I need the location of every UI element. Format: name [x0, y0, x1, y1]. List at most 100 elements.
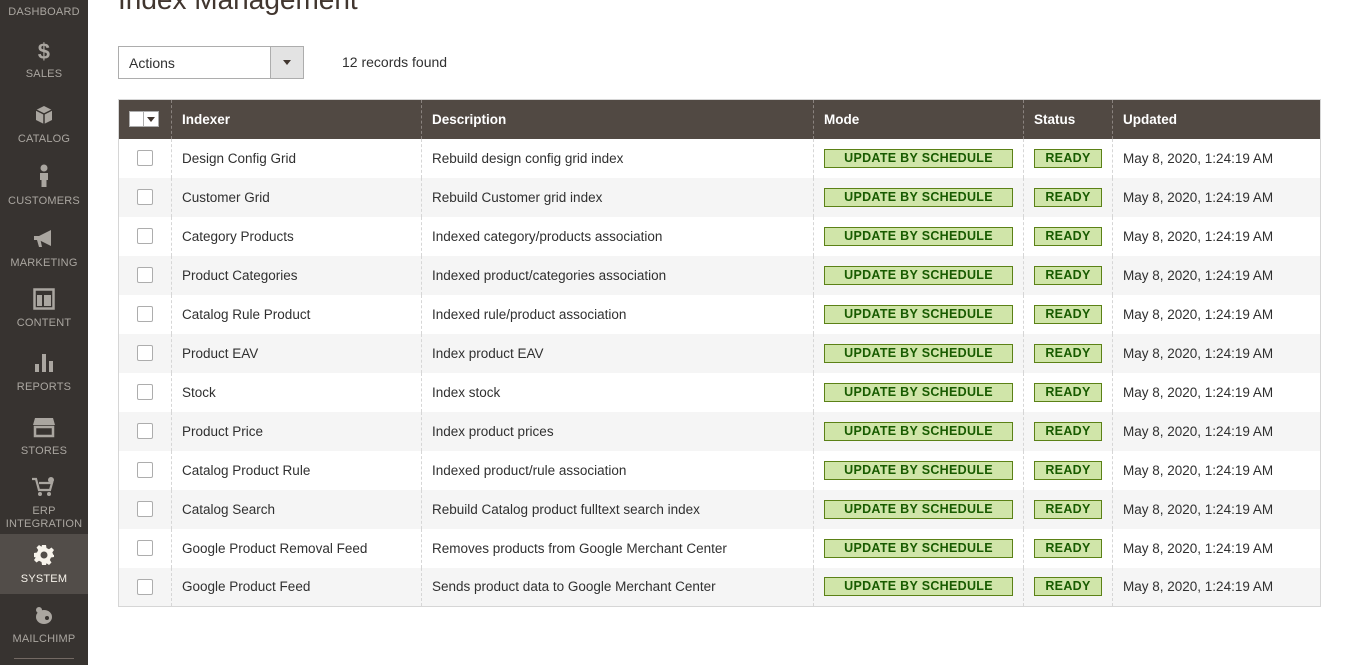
indexer-cell: Design Config Grid [171, 138, 422, 178]
nav-stores[interactable]: STORES [0, 416, 88, 472]
description-cell: Index product prices [421, 411, 814, 451]
actions-dropdown-toggle[interactable] [270, 47, 303, 78]
nav-marketing-label: MARKETING [10, 257, 78, 269]
table-row[interactable]: Design Config Grid Rebuild design config … [118, 138, 1321, 178]
updated-cell: May 8, 2020, 1:24:19 AM [1112, 294, 1321, 334]
description-cell: Indexed product/categories association [421, 255, 814, 295]
status-cell: READY [1023, 294, 1113, 334]
nav-reports-label: REPORTS [16, 381, 72, 393]
chevron-down-icon [283, 60, 291, 65]
description-cell: Removes products from Google Merchant Ce… [421, 528, 814, 568]
status-cell: READY [1023, 177, 1113, 217]
header-status[interactable]: Status [1023, 99, 1113, 139]
table-row[interactable]: Catalog Rule Product Indexed rule/product… [118, 294, 1321, 334]
status-badge: READY [1034, 343, 1102, 363]
description-cell: Index product EAV [421, 333, 814, 373]
row-select-cell [118, 450, 172, 490]
status-badge: READY [1034, 421, 1102, 441]
description-cell: Rebuild design config grid index [421, 138, 814, 178]
table-row[interactable]: Google Product Removal Feed Removes produ… [118, 528, 1321, 568]
status-cell: READY [1023, 528, 1113, 568]
row-checkbox[interactable] [137, 384, 153, 401]
nav-reports[interactable]: REPORTS [0, 352, 88, 408]
table-row[interactable]: Catalog Search Rebuild Catalog product fu… [118, 489, 1321, 529]
header-updated[interactable]: Updated [1112, 99, 1321, 139]
nav-catalog[interactable]: CATALOG [0, 104, 88, 160]
table-row[interactable]: Customer Grid Rebuild Customer grid index… [118, 177, 1321, 217]
nav-dashboard[interactable]: DASHBOARD [0, 0, 88, 26]
row-checkbox[interactable] [137, 150, 153, 167]
row-select-cell [118, 216, 172, 256]
row-checkbox[interactable] [137, 578, 153, 595]
indexer-cell: Google Product Feed [171, 567, 422, 607]
table-row[interactable]: Catalog Product Rule Indexed product/rule… [118, 450, 1321, 490]
status-cell: READY [1023, 216, 1113, 256]
mode-badge: UPDATE BY SCHEDULE [824, 265, 1013, 285]
mode-badge: UPDATE BY SCHEDULE [824, 538, 1013, 558]
grid-body: Design Config Grid Rebuild design config … [118, 138, 1321, 607]
layout-icon [0, 288, 88, 313]
mode-cell: UPDATE BY SCHEDULE [813, 294, 1024, 334]
table-row[interactable]: Product Price Index product prices UPDATE … [118, 411, 1321, 451]
nav-catalog-label: CATALOG [17, 133, 71, 145]
description-cell: Rebuild Catalog product fulltext search … [421, 489, 814, 529]
row-checkbox[interactable] [137, 267, 153, 284]
mode-cell: UPDATE BY SCHEDULE [813, 528, 1024, 568]
updated-cell: May 8, 2020, 1:24:19 AM [1112, 528, 1321, 568]
row-checkbox[interactable] [137, 306, 153, 323]
status-cell: READY [1023, 138, 1113, 178]
row-select-cell [118, 528, 172, 568]
nav-system-label: SYSTEM [20, 573, 68, 585]
row-checkbox[interactable] [137, 345, 153, 362]
mode-cell: UPDATE BY SCHEDULE [813, 372, 1024, 412]
row-select-cell [118, 333, 172, 373]
table-row[interactable]: Stock Index stock UPDATE BY SCHEDULE READY M… [118, 372, 1321, 412]
updated-cell: May 8, 2020, 1:24:19 AM [1112, 489, 1321, 529]
row-select-cell [118, 138, 172, 178]
table-row[interactable]: Google Product Feed Sends product data to… [118, 567, 1321, 607]
mode-cell: UPDATE BY SCHEDULE [813, 411, 1024, 451]
nav-erp-label-2: INTEGRATION [5, 518, 83, 530]
row-checkbox[interactable] [137, 228, 153, 245]
header-mass-select [118, 99, 172, 139]
mass-select-dropdown[interactable] [143, 111, 159, 128]
actions-dropdown[interactable]: Actions [118, 46, 304, 79]
mode-cell: UPDATE BY SCHEDULE [813, 255, 1024, 295]
nav-customers[interactable]: CUSTOMERS [0, 164, 88, 220]
updated-cell: May 8, 2020, 1:24:19 AM [1112, 372, 1321, 412]
table-row[interactable]: Product EAV Index product EAV UPDATE BY SC… [118, 333, 1321, 373]
description-cell: Sends product data to Google Merchant Ce… [421, 567, 814, 607]
nav-sales[interactable]: $ SALES [0, 40, 88, 96]
row-checkbox[interactable] [137, 540, 153, 557]
indexer-cell: Catalog Product Rule [171, 450, 422, 490]
mode-cell: UPDATE BY SCHEDULE [813, 489, 1024, 529]
records-count: 12 records found [342, 54, 448, 70]
row-checkbox[interactable] [137, 501, 153, 518]
nav-content[interactable]: CONTENT [0, 288, 88, 344]
updated-cell: May 8, 2020, 1:24:19 AM [1112, 138, 1321, 178]
mode-badge: UPDATE BY SCHEDULE [824, 382, 1013, 402]
actions-label: Actions [129, 55, 175, 71]
nav-marketing[interactable]: MARKETING [0, 228, 88, 284]
status-badge: READY [1034, 577, 1102, 597]
mode-cell: UPDATE BY SCHEDULE [813, 450, 1024, 490]
mass-select-control[interactable] [129, 111, 159, 128]
header-mode[interactable]: Mode [813, 99, 1024, 139]
status-badge: READY [1034, 148, 1102, 168]
status-cell: READY [1023, 489, 1113, 529]
row-checkbox[interactable] [137, 423, 153, 440]
header-indexer[interactable]: Indexer [171, 99, 422, 139]
table-row[interactable]: Product Categories Indexed product/catego… [118, 255, 1321, 295]
status-badge: READY [1034, 226, 1102, 246]
status-badge: READY [1034, 382, 1102, 402]
header-description[interactable]: Description [421, 99, 814, 139]
row-checkbox[interactable] [137, 462, 153, 479]
mode-badge: UPDATE BY SCHEDULE [824, 304, 1013, 324]
nav-system[interactable]: SYSTEM [0, 534, 88, 594]
row-select-cell [118, 177, 172, 217]
nav-erp-integration[interactable]: ERP INTEGRATION [0, 476, 88, 532]
table-row[interactable]: Category Products Indexed category/produc… [118, 216, 1321, 256]
row-checkbox[interactable] [137, 189, 153, 206]
row-select-cell [118, 255, 172, 295]
nav-mailchimp[interactable]: MAILCHIMP [0, 606, 88, 656]
